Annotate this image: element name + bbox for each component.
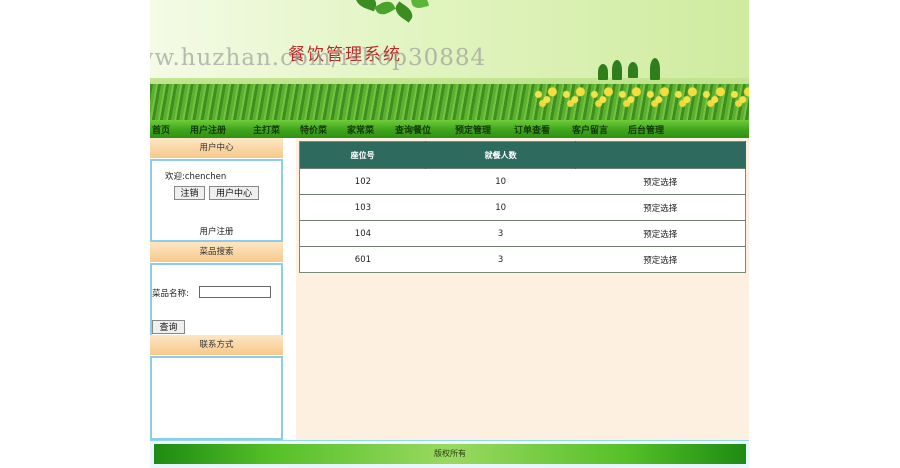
watermark-text: https://www.huzhan.com/ishop30884 [150, 45, 487, 71]
seat-table: 座位号 就餐人数 102 10 预定选择 103 10 预定选择 104 3 预… [299, 141, 747, 273]
nav-item-home[interactable]: 首页 [152, 123, 170, 136]
tree-decoration [628, 62, 638, 78]
nav-item-signature-dishes[interactable]: 主打菜 [253, 123, 280, 136]
copyright-text: 版权所有 [154, 444, 746, 464]
diners-cell: 10 [425, 168, 576, 195]
flower-field [530, 84, 749, 110]
logout-button[interactable]: 注销 [174, 186, 205, 200]
nav-item-special-dishes[interactable]: 特价菜 [300, 123, 327, 136]
tree-decoration [650, 58, 660, 80]
dish-search-heading: 菜品搜索 [150, 242, 283, 262]
table-header-row: 座位号 就餐人数 [299, 141, 747, 169]
diners-cell: 3 [425, 220, 576, 247]
tree-decoration [612, 60, 622, 80]
main-content: 座位号 就餐人数 102 10 预定选择 103 10 预定选择 104 3 预… [296, 138, 749, 440]
table-row: 104 3 预定选择 [299, 220, 746, 247]
user-center-panel: 欢迎:chenchen 注销 用户中心 用户注册 [150, 159, 283, 242]
tree-decoration [598, 64, 608, 80]
table-row: 102 10 预定选择 [299, 168, 746, 195]
table-row: 601 3 预定选择 [299, 246, 746, 273]
seat-number-cell: 601 [299, 246, 426, 273]
page-frame: 餐饮管理系统 https://www.huzhan.com/ishop30884… [150, 0, 749, 468]
nav-item-admin[interactable]: 后台管理 [628, 123, 664, 136]
action-header [575, 141, 747, 169]
nav-item-register[interactable]: 用户注册 [190, 123, 226, 136]
reserve-select-link[interactable]: 预定选择 [575, 168, 746, 195]
nav-item-query-seats[interactable]: 查询餐位 [395, 123, 431, 136]
diners-cell: 10 [425, 194, 576, 221]
table-row: 103 10 预定选择 [299, 194, 746, 221]
dish-name-input[interactable] [199, 286, 271, 298]
nav-item-messages[interactable]: 客户留言 [572, 123, 608, 136]
reserve-select-link[interactable]: 预定选择 [575, 220, 746, 247]
user-center-heading: 用户中心 [150, 138, 283, 158]
dish-search-panel: 菜品名称: 查询 [150, 263, 283, 337]
seat-number-cell: 102 [299, 168, 426, 195]
contact-panel [150, 356, 283, 440]
nav-item-reservations[interactable]: 预定管理 [455, 123, 491, 136]
reserve-select-link[interactable]: 预定选择 [575, 246, 746, 273]
footer: 版权所有 [150, 440, 749, 468]
user-center-button[interactable]: 用户中心 [209, 186, 259, 200]
nav-item-home-dishes[interactable]: 家常菜 [347, 123, 374, 136]
header-banner: 餐饮管理系统 https://www.huzhan.com/ishop30884 [150, 0, 749, 120]
dish-name-label: 菜品名称: [152, 289, 189, 299]
nav-item-orders[interactable]: 订单查看 [514, 123, 550, 136]
seat-number-cell: 103 [299, 194, 426, 221]
sidebar: 用户中心 欢迎:chenchen 注销 用户中心 用户注册 菜品搜索 菜品名称:… [150, 138, 283, 440]
contact-heading: 联系方式 [150, 335, 283, 355]
main-nav: 首页 用户注册 主打菜 特价菜 家常菜 查询餐位 预定管理 订单查看 客户留言 … [150, 120, 749, 138]
seat-number-cell: 104 [299, 220, 426, 247]
diners-header: 就餐人数 [425, 141, 576, 169]
seat-number-header: 座位号 [299, 141, 427, 169]
diners-cell: 3 [425, 246, 576, 273]
welcome-text: 欢迎:chenchen [165, 172, 227, 182]
register-link[interactable]: 用户注册 [152, 225, 281, 237]
query-button[interactable]: 查询 [152, 320, 185, 334]
reserve-select-link[interactable]: 预定选择 [575, 194, 746, 221]
